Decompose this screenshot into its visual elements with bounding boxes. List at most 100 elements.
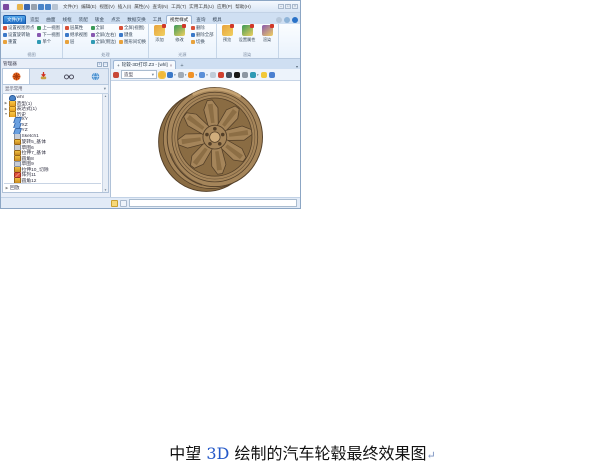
help-icon[interactable]: [292, 17, 298, 23]
history-tree-list: whl▶造型(1)▶表达式(1)▼历史XYXZYZSketch1旋转5_基体草图…: [3, 94, 102, 192]
ribbon-tab-线框[interactable]: 线框: [59, 16, 74, 24]
menu-应用(P)[interactable]: 应用(P): [217, 4, 232, 10]
document-tab[interactable]: + 轮毂-3D打印.Z3 - [whl] ×: [113, 60, 176, 69]
ribbon-button-添加[interactable]: 添加: [151, 25, 168, 43]
window-buttons: –□×: [278, 4, 298, 9]
manager-header-button-0[interactable]: ≡: [97, 62, 102, 67]
ribbon-button-继承视图[interactable]: 继承视图: [65, 32, 88, 38]
ribbon-tab-视觉样式[interactable]: 视觉样式: [166, 15, 192, 24]
ribbon-button-删除全部[interactable]: 删除全部: [191, 32, 214, 38]
light-bulb-blue-icon[interactable]: [269, 72, 275, 78]
chevron-down-icon[interactable]: ▾: [257, 73, 259, 77]
assembly-manager-tab[interactable]: [30, 69, 56, 84]
viewport-3d[interactable]: [111, 81, 300, 197]
预览-icon: [222, 25, 233, 36]
perspective-icon[interactable]: [199, 72, 205, 78]
ribbon-tab-数据交换[interactable]: 数据交换: [124, 16, 148, 24]
replay-section[interactable]: ▶回放: [4, 183, 101, 191]
menu-文件(F)[interactable]: 文件(F): [63, 4, 78, 10]
ribbon-tab-钣金[interactable]: 钣金: [92, 16, 107, 24]
redo-icon[interactable]: [45, 4, 51, 10]
chevron-down-icon[interactable]: ▾: [185, 73, 187, 77]
ribbon-button-上一视图[interactable]: 上一视图: [37, 25, 60, 31]
chevron-down-icon[interactable]: ▾: [206, 73, 208, 77]
maximize-button[interactable]: □: [285, 4, 291, 9]
menu-工具(T)[interactable]: 工具(T): [171, 4, 186, 10]
ribbon-tab-造型[interactable]: 造型: [27, 16, 42, 24]
print-icon[interactable]: [31, 4, 37, 10]
mode-select[interactable]: 造型▾: [121, 70, 157, 79]
sun-light-icon[interactable]: [188, 72, 194, 78]
open-file-icon[interactable]: [17, 4, 23, 10]
ribbon-button-全屏(左右)[interactable]: 全屏(左右): [91, 32, 117, 38]
background-black-swatch[interactable]: [234, 72, 240, 78]
manager-header-button-1[interactable]: □: [103, 62, 108, 67]
ribbon-button-预览[interactable]: 预览: [219, 25, 236, 43]
undo-icon[interactable]: [38, 4, 44, 10]
ribbon-tab-装配[interactable]: 装配: [76, 16, 91, 24]
monitor-icon[interactable]: [226, 72, 232, 78]
ribbon-tab-文件(F)[interactable]: 文件(F): [3, 15, 26, 24]
ribbon-button-重置[interactable]: 重置: [3, 39, 34, 45]
chevron-down-icon[interactable]: ▾: [195, 73, 197, 77]
ribbon-button-切换[interactable]: 切换: [191, 39, 214, 45]
new-file-icon[interactable]: [10, 4, 16, 10]
prompt-toggle-icon[interactable]: [111, 200, 118, 207]
tree-scrollbar[interactable]: ▲ ▼: [102, 94, 108, 192]
ribbon-button-层属性[interactable]: 层属性: [65, 25, 88, 31]
menu-视图(V)[interactable]: 视图(V): [99, 4, 114, 10]
chevron-down-icon[interactable]: ▾: [174, 73, 176, 77]
ribbon-tab-模具[interactable]: 模具: [209, 16, 224, 24]
ribbon-button-渲染[interactable]: 渲染: [259, 25, 276, 43]
ribbon-button-键盘[interactable]: 键盘: [119, 32, 146, 38]
view-manager-tab[interactable]: [82, 69, 108, 84]
ribbon-button-全屏(侧边)[interactable]: 全屏(侧边): [91, 39, 117, 45]
app-menu-icon[interactable]: [3, 4, 9, 10]
collapse-ribbon-icon[interactable]: [276, 17, 282, 23]
ribbon-button-下一视图[interactable]: 下一视图: [37, 32, 60, 38]
ribbon-button-单个[interactable]: 单个: [37, 39, 60, 45]
save-icon[interactable]: [24, 4, 30, 10]
visibility-manager-tab[interactable]: [56, 69, 82, 84]
window-display-icon[interactable]: [210, 72, 216, 78]
history-toggle-icon[interactable]: [120, 200, 127, 207]
menu-属性(A)[interactable]: 属性(A): [134, 4, 149, 10]
manager-filter[interactable]: 显示常用▾: [2, 85, 109, 94]
ribbon-button-删除[interactable]: 删除: [191, 25, 214, 31]
设置属性-icon: [242, 25, 253, 36]
ribbon-button-全屏[interactable]: 全屏: [91, 25, 117, 31]
display-mode-icon[interactable]: [167, 72, 173, 78]
menu-查询(N)[interactable]: 查询(N): [153, 4, 169, 10]
part-icon: [113, 72, 119, 78]
search-icon[interactable]: [284, 17, 290, 23]
ribbon-button-设置属性[interactable]: 设置属性: [239, 25, 256, 43]
light-bulb-yellow-icon[interactable]: [261, 72, 267, 78]
environment-globe-icon[interactable]: [250, 72, 256, 78]
单个-icon: [37, 40, 41, 44]
menu-编辑(E)[interactable]: 编辑(E): [81, 4, 96, 10]
close-button[interactable]: ×: [292, 4, 298, 9]
background-grey-swatch[interactable]: [242, 72, 248, 78]
ribbon-tab-曲面[interactable]: 曲面: [43, 16, 58, 24]
menu-实用工具(U)[interactable]: 实用工具(U): [189, 4, 214, 10]
ribbon-button-图形间切换[interactable]: 图形间切换: [119, 39, 146, 45]
ribbon-tab-工具[interactable]: 工具: [150, 16, 165, 24]
wireframe-display-icon[interactable]: [178, 72, 184, 78]
ribbon-button-设置旋转轴[interactable]: 设置旋转轴: [3, 32, 34, 38]
menu-插入(I)[interactable]: 插入(I): [118, 4, 132, 10]
command-input[interactable]: [129, 199, 297, 207]
ribbon-button-层[interactable]: 层: [65, 39, 88, 45]
ribbon-button-修改[interactable]: 修改: [171, 25, 188, 43]
menu-帮助(H)[interactable]: 帮助(H): [235, 4, 251, 10]
history-wheel-icon: [12, 72, 21, 81]
red-pen-icon[interactable]: [218, 72, 224, 78]
ribbon-button-全屏(视图)[interactable]: 全屏(视图): [119, 25, 146, 31]
ribbon-tab-查询[interactable]: 查询: [193, 16, 208, 24]
shaded-display-icon[interactable]: [159, 72, 165, 78]
customize-icon[interactable]: [52, 4, 58, 10]
ribbon-tab-点云[interactable]: 点云: [108, 16, 123, 24]
history-manager-tab[interactable]: [3, 69, 30, 84]
minimize-button[interactable]: –: [278, 4, 284, 9]
close-tab-icon[interactable]: ×: [170, 63, 173, 68]
ribbon-button-设置视图原点[interactable]: 设置视图原点: [3, 25, 34, 31]
